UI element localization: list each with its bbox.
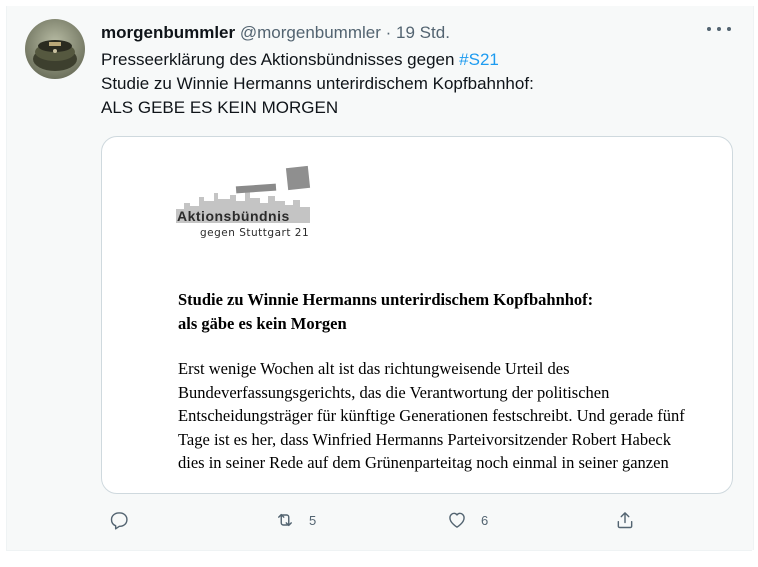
tweet-actions: 5 6	[101, 508, 641, 532]
next-tweet-divider	[6, 550, 752, 567]
avatar[interactable]	[25, 19, 85, 79]
document-heading: Studie zu Winnie Hermanns unterirdischem…	[178, 288, 698, 336]
hashtag-link[interactable]: #S21	[459, 50, 499, 69]
reply-button[interactable]	[109, 508, 129, 532]
user-handle[interactable]: @morgenbummler	[240, 23, 381, 42]
document-heading-line2: als gäbe es kein Morgen	[178, 314, 347, 333]
retweet-count: 5	[309, 512, 317, 528]
tweet-text-line3: ALS GEBE ES KEIN MORGEN	[101, 98, 339, 117]
logo-subtitle: gegen Stuttgart 21	[200, 227, 310, 239]
retweet-button[interactable]: 5	[275, 508, 316, 532]
tweet-text-prefix: Presseerklärung des Aktionsbündnisses ge…	[101, 50, 460, 69]
avatar-image	[25, 19, 85, 79]
logo-wordmark: Aktionsbündnis	[177, 208, 290, 224]
aktionsbuendnis-logo: Aktionsbündnis gegen Stuttgart 21	[174, 165, 314, 245]
separator-dot: ·	[385, 23, 392, 42]
tweet[interactable]: morgenbummler @morgenbummler · 19 Std. P…	[6, 6, 754, 550]
retweet-icon	[278, 513, 292, 527]
share-button[interactable]	[615, 508, 635, 532]
tweet-text-line2: Studie zu Winnie Hermanns unterirdischem…	[101, 74, 534, 93]
timestamp[interactable]: 19 Std.	[396, 23, 450, 42]
tweet-text: Presseerklärung des Aktionsbündnisses ge…	[101, 48, 721, 120]
share-icon	[617, 512, 633, 529]
tweet-text-line1: Presseerklärung des Aktionsbündnisses ge…	[101, 48, 721, 72]
document-heading-line1: Studie zu Winnie Hermanns unterirdischem…	[178, 290, 594, 309]
like-icon	[449, 512, 465, 528]
display-name[interactable]: morgenbummler	[101, 23, 235, 42]
media-card[interactable]: Aktionsbündnis gegen Stuttgart 21 Studie…	[101, 136, 733, 494]
tweet-header: morgenbummler @morgenbummler · 19 Std.	[101, 22, 733, 44]
more-options-icon[interactable]	[707, 22, 731, 36]
document-body: Erst wenige Wochen alt ist das richtungw…	[178, 359, 685, 472]
like-count: 6	[481, 512, 489, 528]
reply-icon	[110, 512, 128, 530]
like-button[interactable]: 6	[447, 508, 488, 532]
